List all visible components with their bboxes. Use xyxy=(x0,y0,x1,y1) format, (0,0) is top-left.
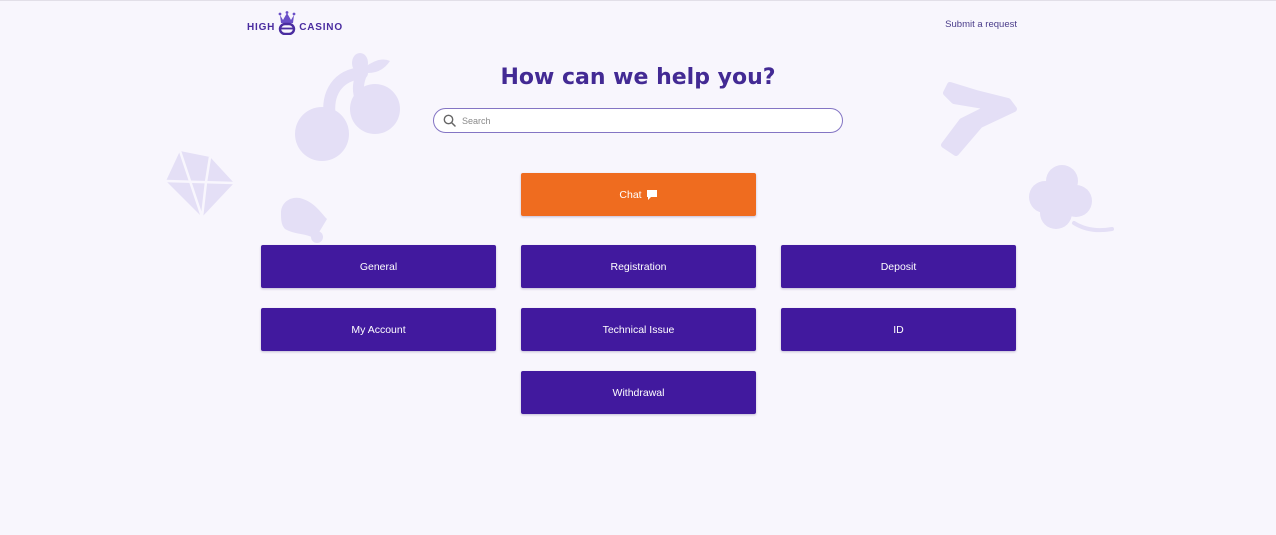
category-label: Technical Issue xyxy=(602,323,675,336)
search-icon xyxy=(443,114,456,127)
crown-logo-icon xyxy=(278,11,296,35)
page-title: How can we help you? xyxy=(500,65,776,90)
category-registration-button[interactable]: Registration xyxy=(521,245,756,288)
search-input[interactable] xyxy=(460,114,824,127)
category-label: Withdrawal xyxy=(612,386,665,399)
category-label: General xyxy=(359,260,398,273)
submit-request-link[interactable]: Submit a request xyxy=(945,19,1017,30)
club-decoration-icon xyxy=(1029,165,1114,233)
category-id-button[interactable]: ID xyxy=(781,308,1016,351)
speech-bubble-icon xyxy=(646,189,657,200)
chat-button-label: Chat xyxy=(619,188,642,201)
category-withdrawal-button[interactable]: Withdrawal xyxy=(521,371,756,414)
category-label: Deposit xyxy=(880,260,917,273)
brand-logo[interactable]: HIGH CASINO xyxy=(247,11,343,35)
category-general-button[interactable]: General xyxy=(261,245,496,288)
search-bar[interactable] xyxy=(433,108,843,133)
diamond-decoration-icon xyxy=(165,150,235,218)
chat-button[interactable]: Chat xyxy=(521,173,756,216)
seven-decoration-icon xyxy=(941,82,1017,156)
category-label: My Account xyxy=(351,323,406,336)
category-deposit-button[interactable]: Deposit xyxy=(781,245,1016,288)
category-technical-issue-button[interactable]: Technical Issue xyxy=(521,308,756,351)
logo-text-casino: CASINO xyxy=(299,22,343,33)
category-label: ID xyxy=(893,323,904,336)
category-my-account-button[interactable]: My Account xyxy=(261,308,496,351)
category-label: Registration xyxy=(610,260,667,273)
bell-decoration-icon xyxy=(281,197,327,243)
logo-text-high: HIGH xyxy=(247,22,276,33)
